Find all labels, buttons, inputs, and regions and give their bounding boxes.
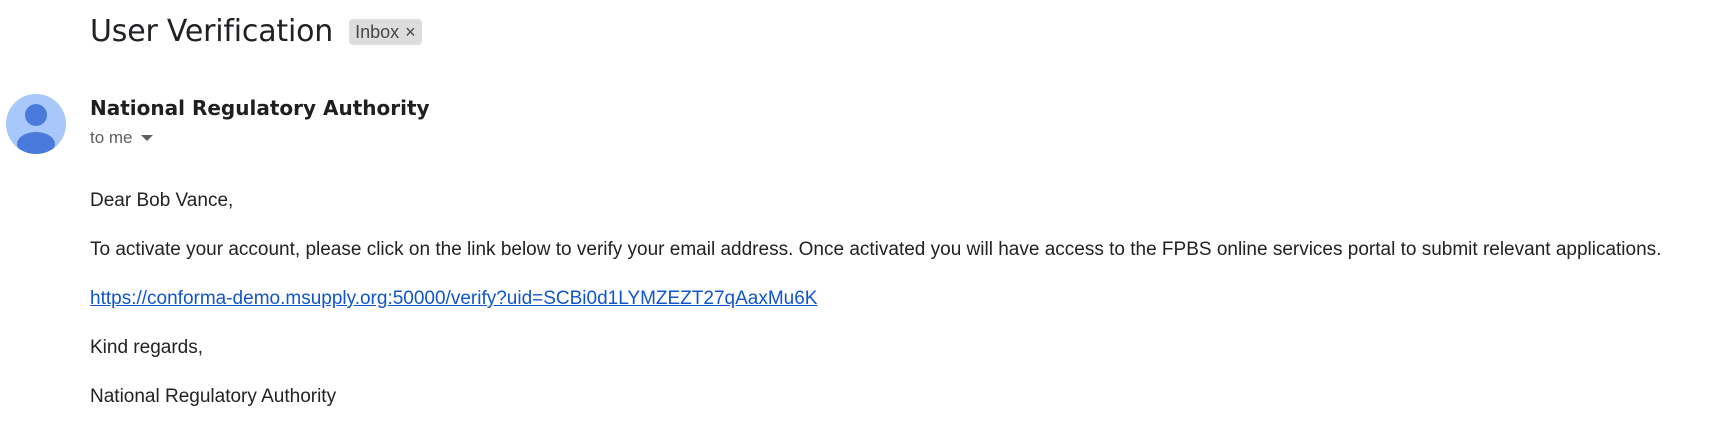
remove-label-icon[interactable]: × — [405, 23, 416, 41]
recipient-text: to me — [90, 128, 133, 147]
recipient-row[interactable]: to me — [90, 128, 153, 148]
person-icon — [17, 104, 55, 154]
email-greeting: Dear Bob Vance, — [90, 190, 234, 211]
chevron-down-icon[interactable] — [140, 135, 153, 141]
inbox-label-text: Inbox — [355, 21, 400, 42]
email-link-line: https://conforma-demo.msupply.org:50000/… — [90, 288, 817, 310]
email-subject: User Verification — [90, 13, 334, 49]
email-subject-row: User Verification Inbox × — [90, 8, 422, 54]
inbox-label-chip[interactable]: Inbox × — [349, 19, 422, 45]
email-message: To activate your account, please click o… — [90, 239, 1662, 260]
email-closing: Kind regards, — [90, 337, 204, 358]
sender-name[interactable]: National Regulatory Authority — [90, 96, 430, 120]
email-signature: National Regulatory Authority — [90, 386, 337, 407]
verify-email-link[interactable]: https://conforma-demo.msupply.org:50000/… — [90, 288, 817, 309]
sender-avatar[interactable] — [6, 94, 66, 154]
